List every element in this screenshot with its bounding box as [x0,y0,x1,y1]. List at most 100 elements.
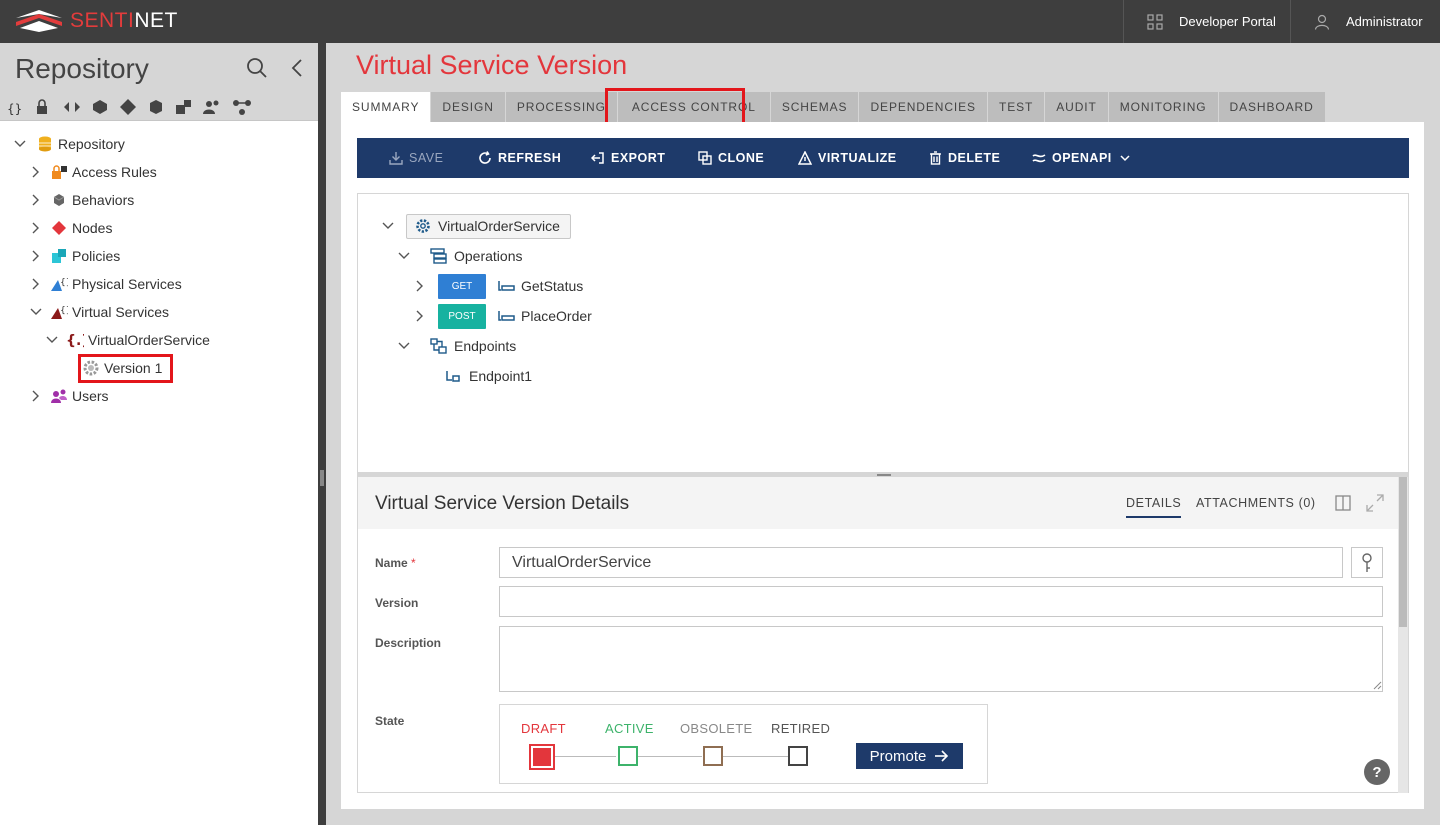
state-draft-square[interactable] [529,744,555,770]
tab-processing[interactable]: PROCESSING [505,92,618,122]
svg-text:{}: {} [60,306,68,316]
tab-design[interactable]: DESIGN [431,92,506,122]
tree-item-users[interactable]: Users [28,383,109,409]
chevron-right-icon[interactable] [28,248,44,264]
developer-portal-link[interactable]: Developer Portal [1123,0,1290,43]
openapi-dropdown[interactable]: OPENAPI [1032,138,1130,178]
endpoint-row-endpoint1[interactable]: Endpoint1 [446,363,532,389]
clone-button[interactable]: CLONE [698,138,764,178]
chevron-right-icon[interactable] [28,388,44,404]
chevron-down-icon[interactable] [28,304,44,320]
tree-item-virtual-order-service[interactable]: {.} VirtualOrderService [44,327,210,353]
lock-filter-icon[interactable] [34,98,54,116]
help-button[interactable]: ? [1364,759,1390,785]
name-field[interactable]: VirtualOrderService [499,547,1343,578]
user-menu[interactable]: Administrator [1290,0,1440,43]
promote-button[interactable]: Promote [856,743,963,769]
lock-icon [50,163,68,181]
state-obsolete-square[interactable] [703,746,723,766]
key-button[interactable] [1351,547,1383,578]
policy-filter-icon[interactable] [146,98,166,116]
search-icon[interactable] [246,57,268,79]
tree-item-behaviors[interactable]: Behaviors [28,187,134,213]
save-button[interactable]: SAVE [389,138,443,178]
state-retired-square[interactable] [788,746,808,766]
node-filter-icon[interactable] [118,98,138,116]
version-field[interactable] [499,586,1383,617]
state-active-square[interactable] [618,746,638,766]
operations-row[interactable]: Operations [396,243,522,269]
scroll-thumb[interactable] [1399,477,1407,627]
chevron-right-icon[interactable] [412,308,428,324]
tab-attachments[interactable]: ATTACHMENTS (0) [1196,496,1316,510]
chevron-right-icon[interactable] [28,276,44,292]
virtualize-button[interactable]: VIRTUALIZE [798,138,897,178]
chevron-down-icon[interactable] [396,338,412,354]
endpoints-row[interactable]: Endpoints [396,333,516,359]
users-filter-icon[interactable] [202,98,222,116]
dependency-filter-icon[interactable] [232,98,252,116]
endpoint-label: Endpoint1 [469,368,533,384]
operation-row-getstatus[interactable]: GET GetStatus [412,273,583,299]
tab-test[interactable]: TEST [987,92,1046,122]
repository-sidebar: Repository {} Repository Access Rules Be… [0,43,318,825]
behavior-filter-icon[interactable] [90,98,110,116]
tree-item-nodes[interactable]: Nodes [28,215,112,241]
chevron-right-icon[interactable] [28,220,44,236]
tree-item-virtual-services[interactable]: {} Virtual Services [28,299,169,325]
chevron-right-icon[interactable] [28,192,44,208]
state-label-obsolete: OBSOLETE [680,721,753,736]
details-scrollbar[interactable] [1398,477,1408,793]
export-button[interactable]: EXPORT [591,138,665,178]
tab-monitoring[interactable]: MONITORING [1108,92,1219,122]
tab-details[interactable]: DETAILS [1126,496,1182,518]
gear-icon [416,219,430,233]
virtual-service-filter-icon[interactable]: {} [6,98,26,116]
tree-item-policies[interactable]: Policies [28,243,120,269]
chevron-down-icon[interactable] [12,136,28,152]
delete-button[interactable]: DELETE [929,138,1000,178]
refresh-icon [479,151,491,164]
tree-label-users: Users [72,388,109,404]
tree-item-access-rules[interactable]: Access Rules [28,159,157,185]
tab-dashboard[interactable]: DASHBOARD [1218,92,1326,122]
chevron-down-icon[interactable] [380,218,396,234]
tab-summary[interactable]: SUMMARY [341,92,432,122]
get-verb-badge: GET [438,273,486,299]
collapse-sidebar-icon[interactable] [290,58,304,78]
split-view-icon[interactable] [1335,495,1351,511]
access-control-highlight [605,88,745,125]
svc-root-node[interactable]: VirtualOrderService [406,213,571,239]
chevron-down-icon[interactable] [44,332,60,348]
chevron-right-icon[interactable] [412,278,428,294]
description-label: Description [375,636,442,650]
virtual-services-icon: {} [50,303,68,321]
operation-row-placeorder[interactable]: POST PlaceOrder [412,303,592,329]
sidebar-splitter[interactable] [318,43,326,825]
state-draft-fill [533,748,551,766]
chevron-right-icon[interactable] [28,164,44,180]
delete-label: DELETE [948,151,1001,165]
tree-item-repository[interactable]: Repository [12,131,125,157]
tab-schemas[interactable]: SCHEMAS [770,92,860,122]
splitter-grip[interactable] [877,474,891,476]
tab-dependencies[interactable]: DEPENDENCIES [859,92,988,122]
endpoint-icon [446,371,460,382]
tree-item-physical-services[interactable]: {} Physical Services [28,271,182,297]
group-filter-icon[interactable] [174,98,194,116]
operation-icon [498,311,515,321]
refresh-button[interactable]: REFRESH [478,138,561,178]
svc-root-row[interactable]: VirtualOrderService [380,213,571,239]
tab-audit[interactable]: AUDIT [1045,92,1109,122]
expand-icon[interactable] [1366,494,1384,512]
splitter-grip[interactable] [320,470,324,486]
physical-service-filter-icon[interactable] [62,98,82,116]
chevron-down-icon[interactable] [396,248,412,264]
user-name: Administrator [1346,14,1423,29]
sidebar-toolbar: {} [0,93,318,121]
description-field[interactable] [499,626,1383,692]
export-icon [591,152,604,164]
resize-handle-icon[interactable] [1373,681,1382,690]
virtual-service-braces-icon: {.} [66,331,84,349]
sentinet-logo[interactable]: SENTINET [14,6,178,36]
